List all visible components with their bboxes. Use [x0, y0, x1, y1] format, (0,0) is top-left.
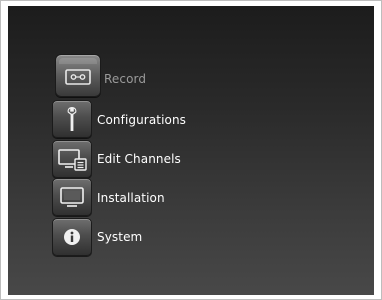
menu-item-configurations[interactable]: Configurations: [52, 100, 282, 140]
main-menu: Record Configurations Edit Channels Inst…: [8, 6, 374, 295]
tv-edit-icon: [52, 140, 92, 178]
menu-item-installation[interactable]: Installation: [52, 178, 282, 218]
monitor-icon: [52, 178, 92, 216]
tv-screen: Record Configurations Edit Channels Inst…: [8, 6, 374, 295]
menu-item-edit-channels[interactable]: Edit Channels: [52, 140, 282, 180]
menu-item-label: Configurations: [97, 113, 187, 127]
info-icon: [52, 218, 92, 256]
menu-item-label: System: [97, 230, 143, 244]
menu-item-record[interactable]: Record: [52, 54, 282, 97]
screenshot-frame: Record Configurations Edit Channels Inst…: [0, 0, 382, 300]
wrench-icon: [52, 100, 92, 138]
menu-item-label: Edit Channels: [97, 152, 181, 166]
menu-item-label: Installation: [97, 191, 165, 205]
cassette-icon: [55, 54, 101, 97]
menu-item-label: Record: [104, 72, 147, 86]
menu-item-system[interactable]: System: [52, 218, 282, 258]
